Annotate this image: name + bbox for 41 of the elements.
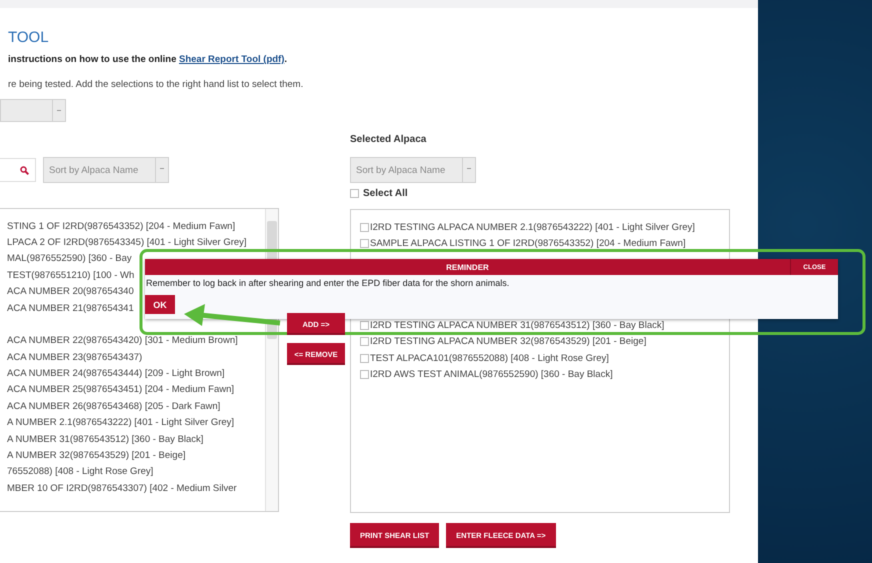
list-item[interactable]: A NUMBER 32(9876543529) [201 - Beige] [7,450,186,461]
select-all-label: Select All [363,188,408,198]
hint-text: re being tested. Add the selections to the right hand list to select them. [8,79,304,90]
list-item[interactable]: TEST ALPACA101(9876552088) [408 - Light Rose Grey] [370,352,609,364]
list-item[interactable]: A NUMBER 2.1(9876543222) [401 - Light Silver Grey] [7,417,234,428]
ok-button[interactable]: OK [145,295,175,314]
filter-dropdown[interactable] [0,99,66,122]
list-item[interactable]: MAL(9876552590) [360 - Bay [7,253,132,264]
list-item[interactable]: MBER 10 OF I2RD(9876543307) [402 - Medium Silver [7,482,237,494]
list-item[interactable]: I2RD TESTING ALPACA NUMBER 32(9876543529) [201 - Beige] [370,336,646,348]
page-title: TOOL [8,29,50,47]
list-item[interactable]: ACA NUMBER 24(9876543444) [209 - Light Brown] [7,368,225,380]
shear-report-link[interactable]: Shear Report Tool (pdf) [179,54,284,65]
list-item[interactable]: SAMPLE ALPACA LISTING 1 OF I2RD(9876543352) [204 - Medium Fawn] [370,238,686,250]
checkbox[interactable] [360,321,369,330]
list-item[interactable]: ACA NUMBER 21(987654341 [7,302,134,314]
list-item[interactable]: 76552088) [408 - Light Rose Grey] [7,466,154,478]
selected-heading: Selected Alpaca [350,134,428,147]
dialog-title: REMINDER [445,262,490,272]
checkbox[interactable] [360,354,369,363]
list-item[interactable]: LPACA 2 OF I2RD(9876543345) [401 - Light Silver Grey] [7,237,247,248]
dialog-message: Remember to log back in after shearing and enter the EPD fiber data for the shorn animals. [145,277,510,288]
search-icon [20,166,29,174]
list-item[interactable]: TEST(9876551210) [100 - Wh [7,270,134,281]
checkbox[interactable] [360,337,369,346]
checkbox[interactable] [360,239,369,248]
checkbox[interactable] [360,222,369,232]
list-item[interactable]: ACA NUMBER 23(9876543437) [7,352,142,363]
select-all-checkbox[interactable] [350,188,359,198]
list-item[interactable]: I2RD AWS TEST ANIMAL(9876552590) [360 - Bay Black] [370,369,613,380]
list-item[interactable]: I2RD TESTING ALPACA NUMBER 2.1(9876543222) [401 - Light Silver Grey] [370,222,695,233]
search-field[interactable] [0,158,36,182]
checkbox[interactable] [360,370,369,380]
list-item[interactable]: ACA NUMBER 25(9876543451) [204 - Medium Fawn] [7,384,234,396]
list-item[interactable]: A NUMBER 31(9876543512) [360 - Bay Black] [7,434,204,445]
instructions-text: instructions on how to use the online Shear Report Tool (pdf). [8,54,288,65]
list-item[interactable]: I2RD TESTING ALPACA NUMBER 31(9876543512) [360 - Bay Black] [370,320,664,332]
list-item[interactable]: ACA NUMBER 20(987654340 [7,286,134,298]
list-item[interactable]: STING 1 OF I2RD(9876543352) [204 - Medium Fawn] [7,220,236,232]
list-item[interactable]: ACA NUMBER 26(9876543468) [205 - Dark Fawn] [7,400,220,412]
list-item[interactable]: ACA NUMBER 22(9876543420) [301 - Medium Brown] [7,335,238,346]
